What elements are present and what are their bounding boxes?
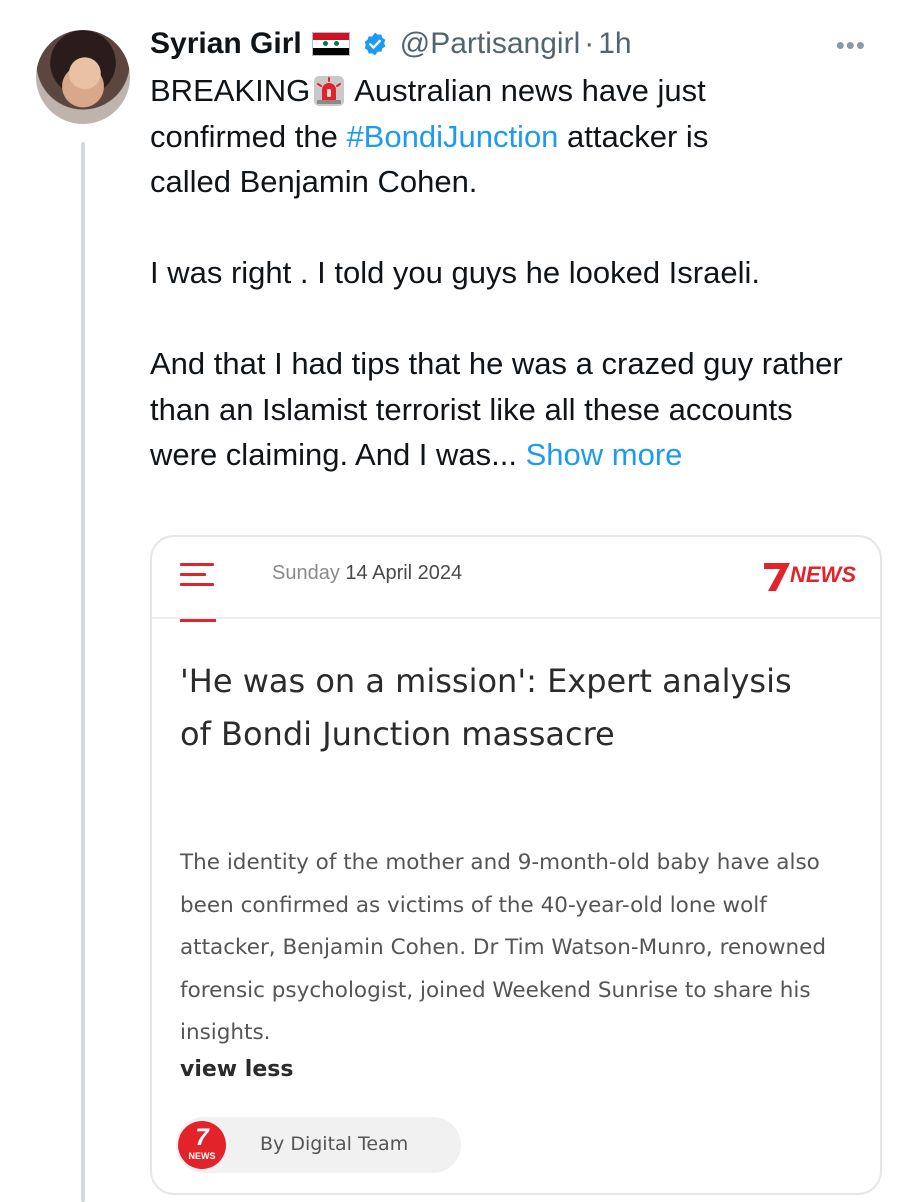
line1-rest: Australian news have just (354, 73, 706, 108)
author-pill[interactable]: 7 NEWS By Digital Team (176, 1117, 461, 1173)
verified-badge-icon[interactable] (362, 31, 388, 57)
header-separator: · (584, 27, 595, 60)
news-logo-text: NEWS (790, 562, 856, 587)
profile-avatar[interactable] (36, 30, 130, 124)
author-logo-news: NEWS (188, 1151, 216, 1161)
show-more-link[interactable]: Show more (526, 437, 683, 472)
view-less-link[interactable]: view less (180, 1057, 293, 1082)
article-topbar: Sunday 14 April 2024 NEWS (152, 537, 880, 619)
hamburger-menu-icon[interactable] (180, 563, 214, 587)
siren-emoji-icon (314, 76, 345, 106)
paragraph-3-text: And that I had tips that he was a crazed… (150, 346, 843, 472)
line2-start: confirmed the (150, 118, 347, 154)
breaking-word: BREAKING (150, 73, 311, 108)
line2-rest: attacker is (558, 118, 709, 154)
tweet-time[interactable]: 1h (598, 27, 631, 61)
article-date-text: 14 April 2024 (345, 562, 463, 584)
accent-tick (180, 619, 216, 622)
paragraph-3: And that I had tips that he was a crazed… (150, 341, 850, 478)
user-handle[interactable]: @Partisangirl (400, 27, 581, 61)
paragraph-2: I was right . I told you guys he looked … (150, 255, 760, 290)
line3: called Benjamin Cohen. (150, 164, 478, 199)
article-headline[interactable]: 'He was on a mission': Expert analysis o… (180, 655, 820, 761)
tweet-text: BREAKING Australian news have just confi… (150, 68, 850, 478)
seven-news-logo-icon[interactable]: NEWS (760, 557, 856, 593)
embedded-article-card[interactable]: Sunday 14 April 2024 NEWS 'He was on a m… (150, 535, 882, 1195)
thread-line (81, 142, 85, 1202)
author-logo-icon: 7 NEWS (178, 1121, 226, 1169)
display-name[interactable]: Syrian Girl (150, 27, 302, 61)
more-options-icon[interactable]: ••• (836, 30, 866, 61)
author-name: By Digital Team (260, 1133, 409, 1155)
article-summary: The identity of the mother and 9-month-o… (180, 850, 827, 1045)
syria-flag-icon (311, 32, 350, 56)
article-date: Sunday 14 April 2024 (272, 562, 462, 585)
article-day: Sunday (272, 562, 340, 584)
tweet-header: Syrian Girl @Partisangirl · 1h (150, 22, 632, 66)
hashtag-link[interactable]: #BondiJunction (346, 119, 558, 154)
author-logo-seven: 7 (195, 1124, 209, 1151)
